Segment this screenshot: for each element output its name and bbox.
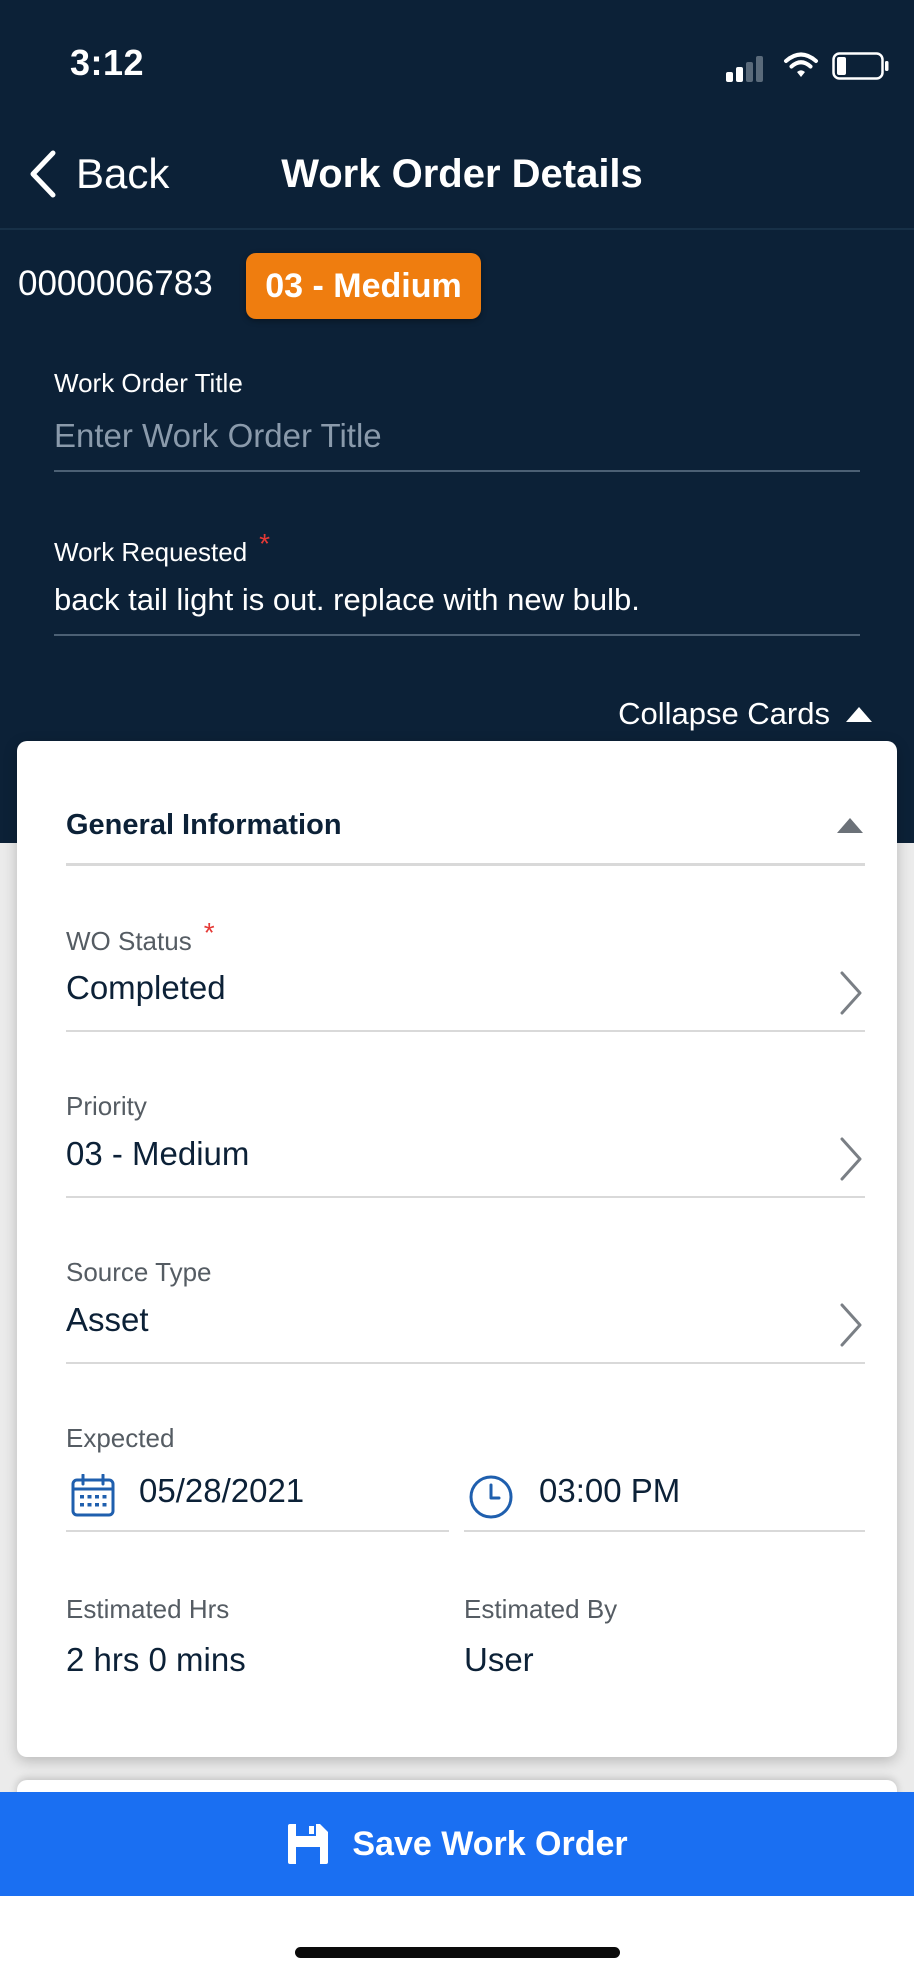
wo-status-selector[interactable]: Completed [66,959,865,1029]
chevron-right-icon [840,1303,862,1347]
work-order-title-input[interactable] [54,412,860,460]
work-requested-label: Work Requested * [54,528,270,568]
required-indicator: * [203,917,215,948]
priority-badge: 03 - Medium [246,253,481,319]
work-requested-field[interactable]: back tail light is out. replace with new… [54,582,640,618]
card-title: General Information [66,809,342,841]
expected-date-value: 05/28/2021 [139,1472,305,1509]
priority-selector[interactable]: 03 - Medium [66,1125,865,1195]
collapse-cards-label: Collapse Cards [618,696,830,731]
page-title-text: Work Order Details [281,152,643,196]
wo-status-value: Completed [66,969,226,1006]
expected-time-picker[interactable]: 03:00 PM [464,1462,865,1532]
bottom-safe-area [0,1896,914,1980]
priority-label: Priority [66,1091,147,1121]
estimated-hrs-value: 2 hrs 0 mins [66,1641,246,1678]
expected-time-underline [464,1530,865,1532]
card-header-divider [66,863,865,866]
priority-value: 03 - Medium [66,1135,250,1172]
required-indicator: * [259,528,271,559]
page-title: Work Order Details [0,152,914,197]
cellular-signal-icon [726,54,766,82]
clock-icon [469,1475,513,1519]
source-type-value: Asset [66,1301,149,1338]
work-order-title-underline [54,470,860,472]
save-disk-icon [288,1824,329,1864]
chevron-right-icon [840,1137,862,1181]
expected-date-underline [66,1530,449,1532]
work-order-title-label: Work Order Title [54,368,243,398]
work-requested-underline [54,634,860,636]
work-order-number: 0000006783 [18,264,213,303]
estimated-by-label: Estimated By [464,1594,618,1624]
save-work-order-button[interactable]: Save Work Order [0,1792,914,1896]
general-information-header[interactable]: General Information [66,809,865,857]
wo-status-underline [66,1030,865,1032]
source-type-label: Source Type [66,1257,212,1287]
calendar-icon [71,1474,115,1517]
priority-underline [66,1196,865,1198]
triangle-up-icon [846,707,872,722]
save-work-order-label: Save Work Order [352,1824,628,1863]
collapse-cards-button[interactable]: Collapse Cards [618,696,874,732]
status-time: 3:12 [70,42,145,83]
chevron-right-icon [840,971,862,1015]
wo-status-label: WO Status * [66,917,215,957]
wo-status-label-text: WO Status [66,926,192,956]
battery-icon [832,52,889,80]
estimated-by-value: User [464,1641,534,1678]
expected-time-value: 03:00 PM [539,1472,681,1509]
general-information-card: General Information WO Status * Completed… [17,741,897,1757]
wifi-icon [784,52,818,77]
expected-label: Expected [66,1423,175,1453]
home-indicator [295,1947,620,1958]
collapse-triangle-icon [837,818,863,833]
expected-date-picker[interactable]: 05/28/2021 [66,1462,449,1532]
source-type-selector[interactable]: Asset [66,1291,865,1361]
work-requested-label-text: Work Requested [54,537,248,567]
nav-divider [0,228,914,230]
estimated-hrs-label: Estimated Hrs [66,1594,230,1624]
source-type-underline [66,1362,865,1364]
